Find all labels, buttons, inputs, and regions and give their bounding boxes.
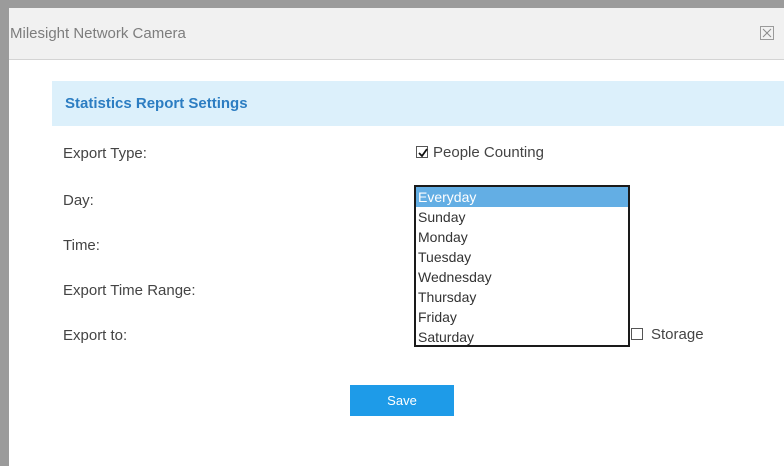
section-header: Statistics Report Settings (52, 81, 784, 126)
day-option-sunday[interactable]: Sunday (416, 207, 628, 227)
export-time-range-label: Export Time Range: (63, 282, 196, 299)
checkmark-icon (418, 148, 428, 158)
dialog-titlebar: Milesight Network Camera (9, 8, 784, 60)
section-title: Statistics Report Settings (65, 95, 248, 112)
dialog-title: Milesight Network Camera (10, 25, 186, 42)
time-label: Time: (63, 237, 100, 254)
day-dropdown-list[interactable]: Everyday Sunday Monday Tuesday Wednesday… (414, 185, 630, 347)
people-counting-checkbox[interactable] (416, 146, 428, 158)
export-type-label: Export Type: (63, 145, 147, 162)
day-label: Day: (63, 192, 94, 209)
export-to-label: Export to: (63, 327, 128, 344)
day-option-monday[interactable]: Monday (416, 227, 628, 247)
day-option-tuesday[interactable]: Tuesday (416, 247, 628, 267)
day-option-everyday[interactable]: Everyday (416, 187, 628, 207)
close-icon (762, 28, 772, 38)
people-counting-label: People Counting (433, 144, 544, 161)
dialog: Milesight Network Camera Statistics Repo… (9, 8, 784, 466)
day-option-wednesday[interactable]: Wednesday (416, 267, 628, 287)
close-button[interactable] (760, 26, 774, 40)
day-option-thursday[interactable]: Thursday (416, 287, 628, 307)
day-option-saturday[interactable]: Saturday (416, 327, 628, 347)
storage-checkbox[interactable] (631, 328, 643, 340)
window-frame-left (0, 8, 9, 466)
save-button[interactable]: Save (350, 385, 454, 416)
day-option-friday[interactable]: Friday (416, 307, 628, 327)
window-frame-top (0, 0, 784, 8)
storage-label: Storage (651, 326, 704, 343)
